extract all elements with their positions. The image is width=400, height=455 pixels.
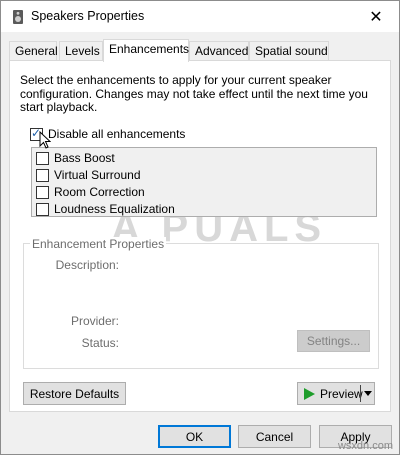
bass-boost-label: Bass Boost — [54, 151, 115, 165]
tab-general[interactable]: General — [9, 41, 58, 61]
enhancements-description: Select the enhancements to apply for you… — [20, 73, 368, 114]
close-icon: ✕ — [369, 8, 383, 26]
close-button[interactable]: ✕ — [353, 1, 399, 32]
checkbox-icon — [36, 168, 49, 182]
enhancement-properties-label: Enhancement Properties — [30, 237, 167, 251]
tab-enhancements[interactable]: Enhancements — [103, 39, 189, 62]
speakers-properties-dialog: Speakers Properties ✕ General Levels Enh… — [0, 0, 400, 455]
loudness-equalization-checkbox[interactable]: Loudness Equalization — [36, 202, 175, 216]
status-label: Status: — [81, 336, 119, 350]
description-label: Description: — [55, 258, 119, 272]
play-icon — [304, 387, 315, 400]
disable-all-enhancements-label: Disable all enhancements — [48, 127, 186, 141]
tab-spatial-sound[interactable]: Spatial sound — [249, 41, 329, 61]
virtual-surround-checkbox[interactable]: Virtual Surround — [36, 168, 141, 182]
settings-button[interactable]: Settings... — [297, 330, 370, 352]
room-correction-checkbox[interactable]: Room Correction — [36, 185, 145, 199]
speaker-icon — [13, 10, 23, 24]
tab-advanced[interactable]: Advanced — [189, 41, 249, 61]
provider-label: Provider: — [70, 314, 119, 328]
preview-split-button[interactable]: Preview — [297, 382, 375, 405]
split-divider — [360, 385, 361, 402]
window-title: Speakers Properties — [31, 9, 145, 23]
chevron-down-icon[interactable] — [364, 391, 372, 396]
room-correction-label: Room Correction — [54, 185, 145, 199]
site-watermark: wsxdn.com — [337, 440, 393, 452]
restore-defaults-button[interactable]: Restore Defaults — [23, 382, 126, 405]
loudness-equalization-label: Loudness Equalization — [54, 202, 175, 216]
ok-button[interactable]: OK — [158, 425, 231, 448]
bass-boost-checkbox[interactable]: Bass Boost — [36, 151, 115, 165]
virtual-surround-label: Virtual Surround — [54, 168, 141, 182]
title-bar: Speakers Properties ✕ — [1, 1, 399, 32]
tab-levels[interactable]: Levels — [59, 41, 103, 61]
cancel-button[interactable]: Cancel — [238, 425, 311, 448]
mouse-cursor-icon — [39, 131, 51, 149]
preview-label: Preview — [320, 386, 363, 401]
disable-all-enhancements-checkbox[interactable]: Disable all enhancements — [30, 126, 186, 141]
checkbox-icon — [36, 185, 49, 199]
checkbox-icon — [36, 202, 49, 216]
checkbox-icon — [36, 151, 49, 165]
